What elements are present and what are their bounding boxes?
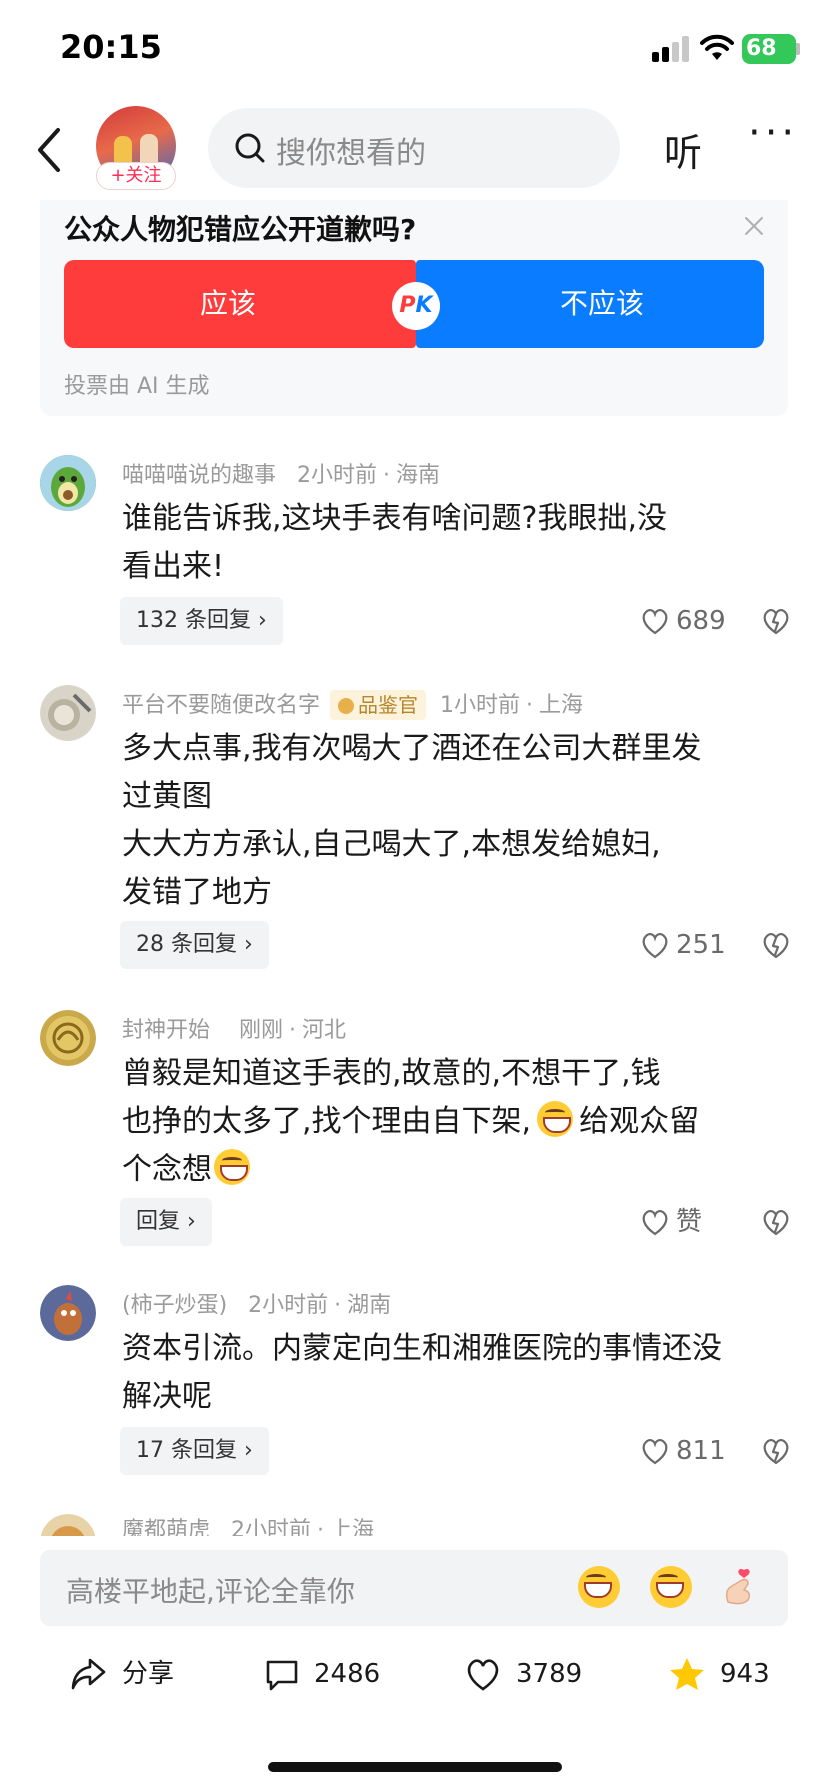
heart-icon [467, 1659, 499, 1691]
comment-meta: 喵喵喵说的趣事 2小时前 · 海南 [122, 463, 441, 488]
heart-icon [642, 932, 668, 959]
comment-text[interactable]: 曾毅是知道这手表的,故意的,不想干了,钱 也挣的太多了,找个理由自下架, 给观众留… [122, 1050, 802, 1194]
follow-button[interactable]: +关注 [96, 162, 176, 190]
search-input[interactable]: 搜你想看的 [208, 108, 620, 188]
comment-item: 魔都萌虎 2小时前 · 上海 [0, 1512, 828, 1536]
comment-time: 2小时前 [231, 1518, 312, 1536]
comment-text[interactable]: 资本引流。内蒙定向生和湘雅医院的事情还没 解决呢 [122, 1325, 802, 1421]
like-button[interactable]: 251 [640, 925, 726, 965]
status-time: 20:15 [60, 28, 162, 66]
comment-author[interactable]: 平台不要随便改名字 [122, 693, 320, 718]
top-nav: +关注 搜你想看的 听 ··· [0, 100, 828, 200]
comment-author[interactable]: 喵喵喵说的趣事 [122, 463, 276, 488]
comment-location: 河北 [302, 1018, 347, 1043]
comment-location: 海南 [396, 463, 441, 488]
back-icon[interactable] [28, 122, 72, 178]
wifi-icon [700, 34, 734, 60]
close-icon[interactable] [740, 212, 768, 240]
favorite-button[interactable]: 943 [668, 1654, 770, 1694]
status-bar: 20:15 68 [0, 0, 828, 100]
view-replies-button[interactable]: 28 条回复 › [120, 921, 269, 969]
search-placeholder: 搜你想看的 [276, 136, 426, 171]
comment-avatar[interactable] [40, 455, 96, 511]
heart-icon [642, 608, 668, 635]
comment-time: 2小时前 [248, 1293, 329, 1318]
comment-meta: (柿子炒蛋) 2小时前 · 湖南 [122, 1293, 392, 1318]
share-button[interactable]: 分享 [70, 1654, 174, 1694]
comments-button[interactable]: 2486 [264, 1654, 380, 1694]
poll-question: 公众人物犯错应公开道歉吗? [64, 213, 417, 246]
comment-location: 上海 [539, 693, 584, 718]
bottom-action-bar: 分享 2486 3789 943 [0, 1640, 828, 1720]
dislike-icon[interactable] [760, 929, 792, 961]
comment-avatar[interactable] [40, 1514, 96, 1536]
comment-input[interactable]: 高楼平地起,评论全靠你 [40, 1550, 788, 1626]
view-replies-button[interactable]: 17 条回复 › [120, 1427, 269, 1475]
like-count: 811 [676, 1436, 726, 1466]
author-avatar[interactable]: +关注 [96, 106, 176, 190]
cellular-signal-icon [652, 36, 692, 62]
dislike-icon[interactable] [760, 605, 792, 637]
like-count: 689 [676, 606, 726, 636]
like-button[interactable]: 811 [640, 1431, 726, 1471]
like-label: 赞 [676, 1207, 703, 1237]
more-options-button[interactable]: ··· [748, 110, 798, 156]
reply-button[interactable]: 回复 › [120, 1198, 212, 1246]
comment-avatar[interactable] [40, 1285, 96, 1341]
like-button[interactable]: 赞 [640, 1202, 702, 1242]
comment-icon [266, 1660, 298, 1691]
like-post-button[interactable]: 3789 [464, 1654, 582, 1694]
battery-icon: 68 [742, 34, 796, 64]
comment-time: 1小时前 [440, 693, 521, 718]
like-button[interactable]: 689 [640, 601, 726, 641]
reviewer-badge: 品鉴官 [330, 690, 427, 720]
comment-meta: 平台不要随便改名字 品鉴官 1小时前 · 上海 [122, 687, 583, 720]
pk-badge: PK [392, 282, 440, 330]
battery-level: 68 [746, 36, 777, 61]
comment-meta: 魔都萌虎 2小时前 · 上海 [122, 1512, 374, 1536]
heart-icon [642, 1209, 668, 1236]
comment-location: 湖南 [347, 1293, 392, 1318]
poll-card: 公众人物犯错应公开道歉吗? 应该 不应该 PK 投票由 AI 生成 [40, 200, 788, 416]
comment-author[interactable]: (柿子炒蛋) [122, 1293, 227, 1318]
listen-button[interactable]: 听 [664, 122, 702, 177]
quick-emoji-bar [564, 1566, 760, 1608]
comment-author[interactable]: 魔都萌虎 [122, 1518, 210, 1536]
laughing-emoji-icon[interactable] [650, 1566, 692, 1608]
share-icon [71, 1658, 106, 1690]
comment-text[interactable]: 谁能告诉我,这块手表有啥问题?我眼拙,没 看出来! [122, 495, 802, 591]
comment-author[interactable]: 封神开始 [122, 1018, 210, 1043]
poll-option-no[interactable]: 不应该 [416, 260, 764, 348]
star-icon [670, 1658, 704, 1690]
poll-option-yes[interactable]: 应该 [64, 260, 416, 348]
view-replies-button[interactable]: 132 条回复 › [120, 597, 283, 645]
badge-icon [338, 698, 355, 714]
laughing-emoji-icon [214, 1149, 250, 1185]
finger-heart-emoji-icon[interactable] [718, 1566, 760, 1608]
battery-cap [796, 43, 800, 55]
home-indicator [268, 1762, 562, 1772]
comment-time: 刚刚 [239, 1018, 284, 1043]
poll-note: 投票由 AI 生成 [64, 374, 210, 399]
like-count: 251 [676, 930, 726, 960]
heart-icon [642, 1438, 668, 1465]
comment-input-placeholder: 高楼平地起,评论全靠你 [66, 1575, 355, 1608]
dislike-icon[interactable] [760, 1206, 792, 1238]
laughing-emoji-icon [537, 1101, 574, 1137]
comment-meta: 封神开始 刚刚 · 河北 [122, 1018, 347, 1043]
comment-location: 上海 [330, 1518, 375, 1536]
comment-avatar[interactable] [40, 1010, 96, 1066]
comment-avatar[interactable] [40, 685, 96, 741]
comment-text[interactable]: 多大点事,我有次喝大了酒还在公司大群里发 过黄图 大大方方承认,自己喝大了,本想… [122, 725, 802, 917]
dislike-icon[interactable] [760, 1435, 792, 1467]
search-icon [235, 133, 265, 163]
grinning-emoji-icon[interactable] [578, 1566, 620, 1608]
comment-time: 2小时前 [297, 463, 378, 488]
